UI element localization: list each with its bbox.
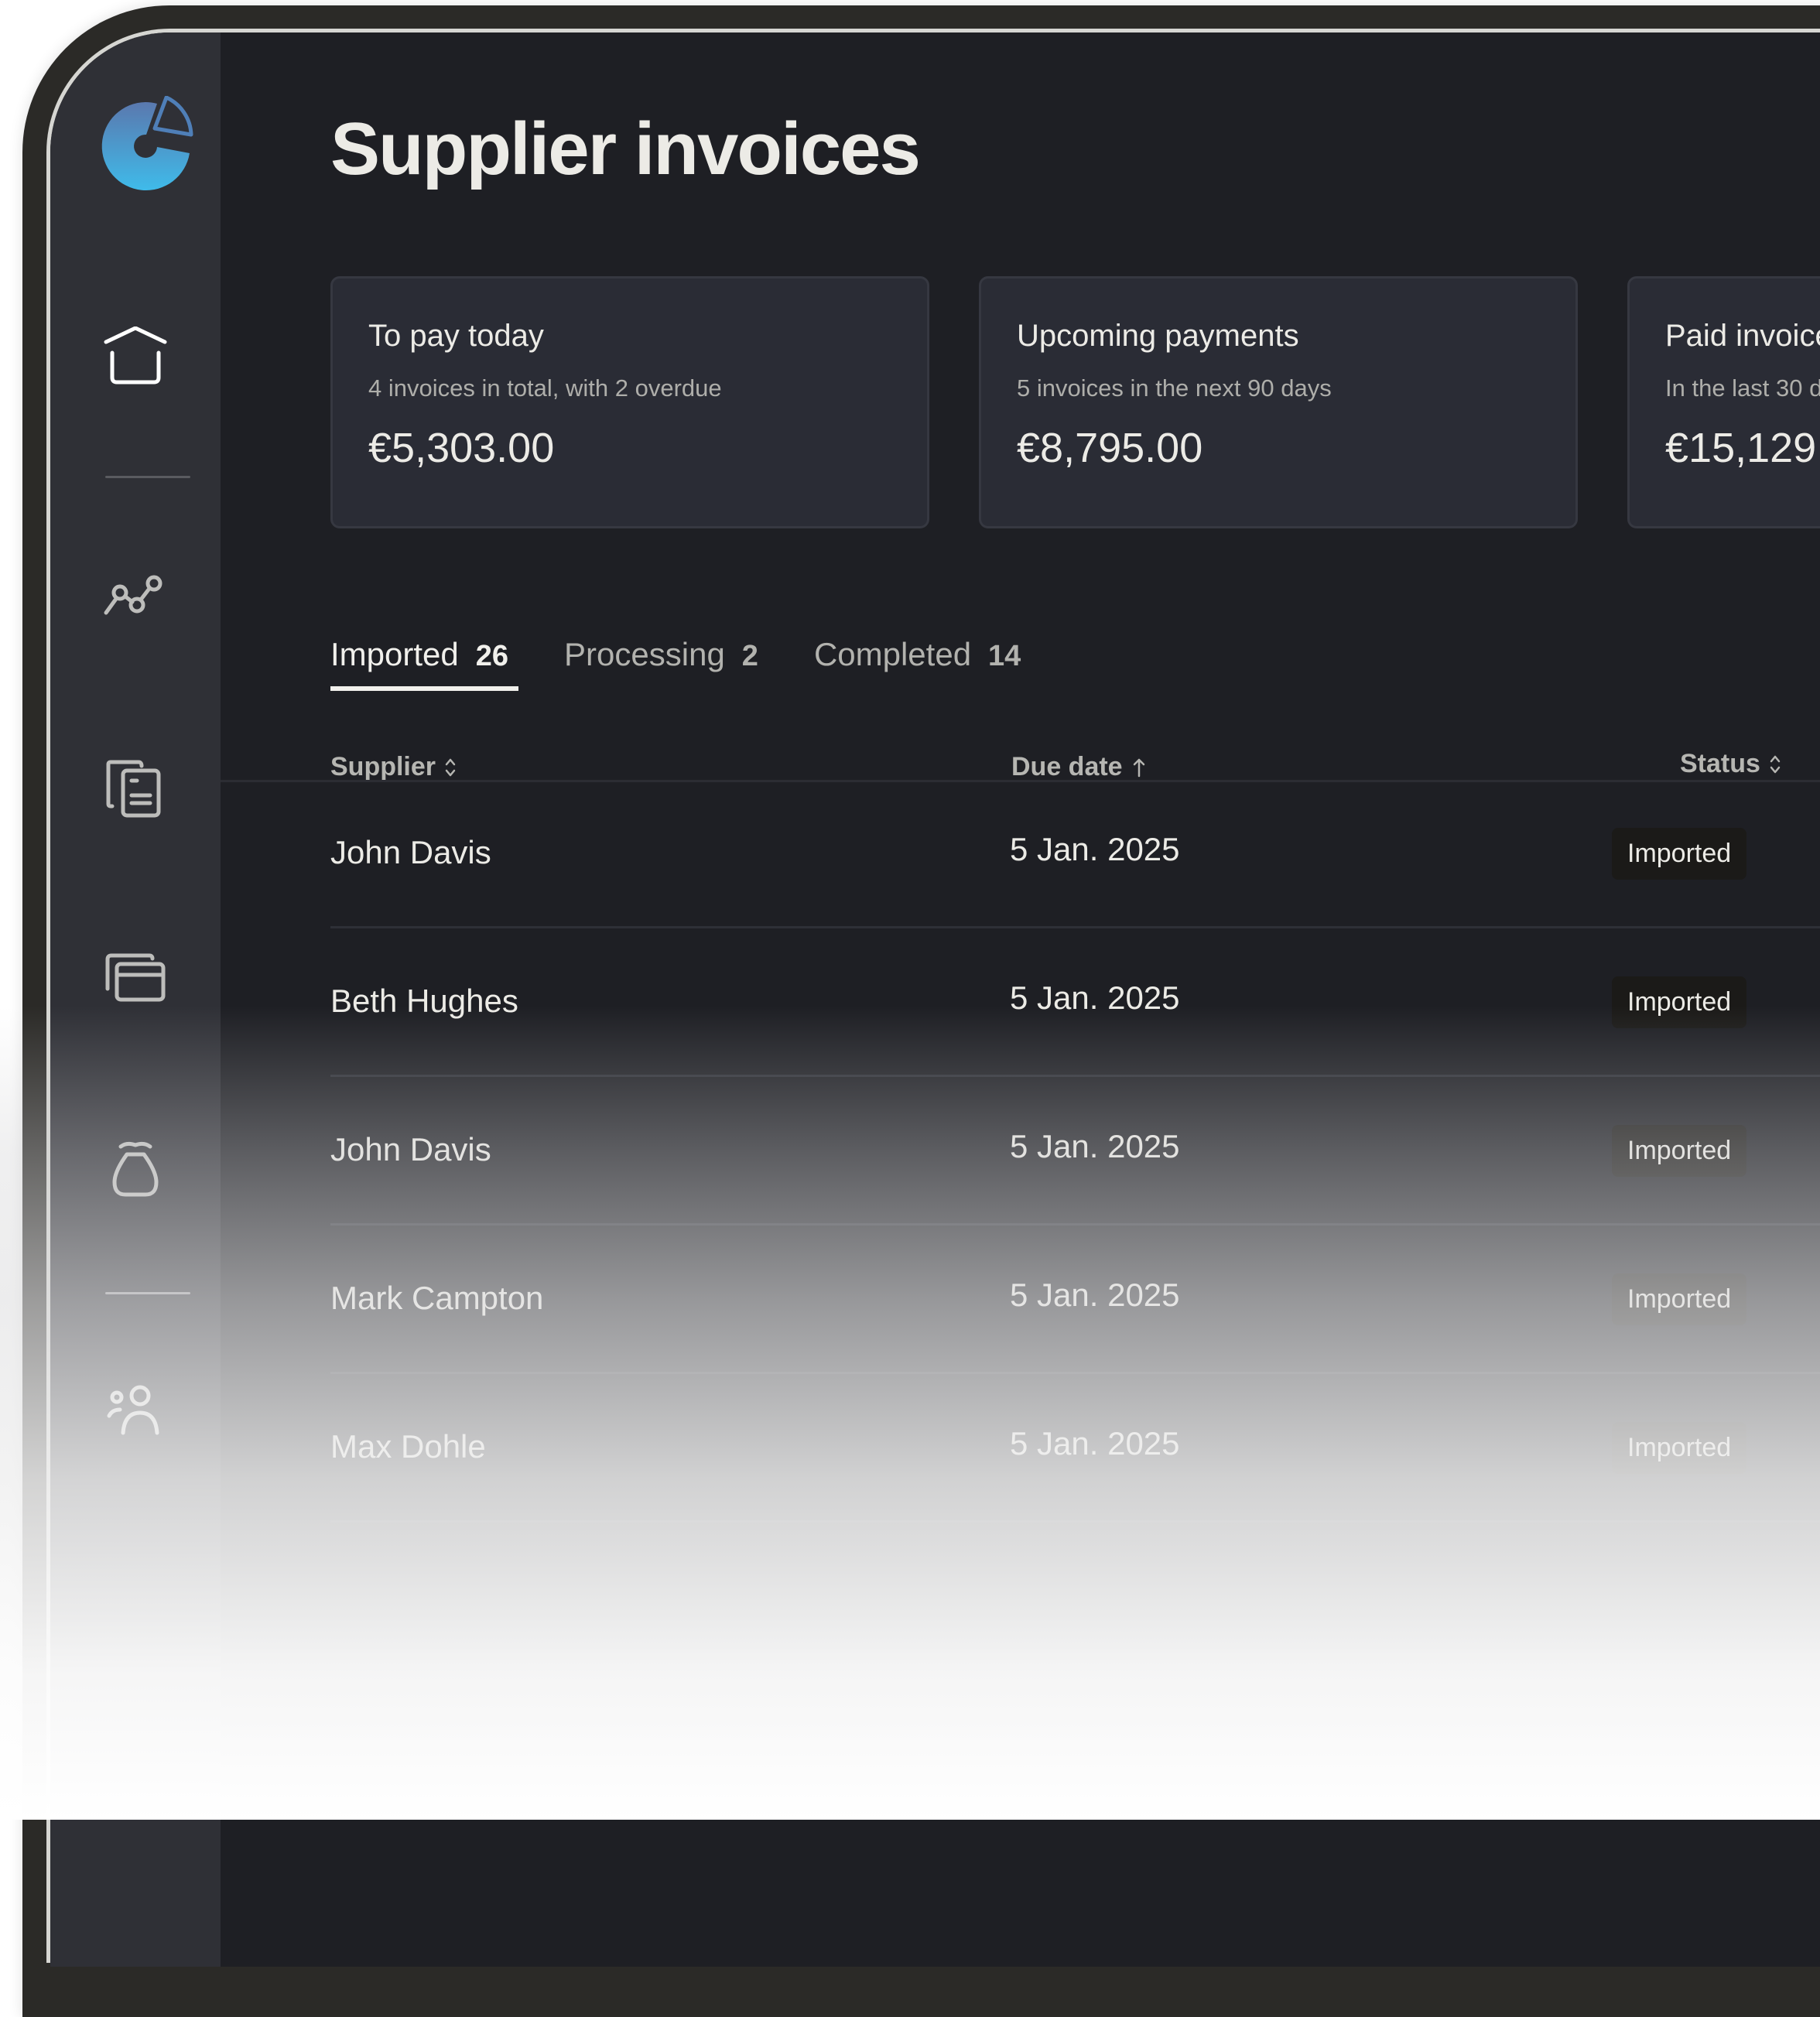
card-subtitle: In the last 30 days xyxy=(1665,374,1820,402)
table-row[interactable]: John Davis 5 Jan. 2025 Imported xyxy=(330,780,1820,928)
card-amount: €15,129.00 xyxy=(1665,425,1820,471)
status-badge: Imported xyxy=(1612,976,1747,1028)
tab-count: 26 xyxy=(475,640,509,672)
card-subtitle: 4 invoices in total, with 2 overdue xyxy=(368,374,722,402)
due-date-cell: 5 Jan. 2025 xyxy=(1010,1128,1180,1164)
credit-cards-icon xyxy=(104,953,166,1004)
pie-chart-logo-icon[interactable] xyxy=(95,96,196,197)
sidebar-item-cards[interactable] xyxy=(50,953,221,1004)
table-row[interactable]: Mark Campton 5 Jan. 2025 Imported xyxy=(330,1226,1820,1374)
column-label: Supplier xyxy=(330,752,436,781)
due-date-cell: 5 Jan. 2025 xyxy=(1010,979,1180,1016)
tab-label: Imported xyxy=(330,636,459,672)
page-title: Supplier invoices xyxy=(330,108,921,190)
column-header-due-date[interactable]: Due date xyxy=(1011,752,1146,782)
sidebar-divider xyxy=(105,476,190,478)
column-label: Status xyxy=(1680,749,1760,778)
card-amount: €8,795.00 xyxy=(1017,425,1203,471)
due-date-cell: 5 Jan. 2025 xyxy=(1010,1425,1180,1461)
summary-card-paid-invoices[interactable]: Paid invoices In the last 30 days €15,12… xyxy=(1627,276,1820,528)
row-divider xyxy=(330,1520,1820,1523)
sidebar-item-invoices[interactable] xyxy=(50,760,221,819)
sort-ascending-icon xyxy=(1132,757,1146,778)
main-content: Supplier invoices To pay today 4 invoice… xyxy=(221,32,1820,1967)
documents-icon xyxy=(106,760,165,819)
money-bag-icon xyxy=(110,1140,161,1199)
status-badge: Imported xyxy=(1612,1125,1747,1177)
sidebar-item-team[interactable] xyxy=(50,1385,221,1436)
sort-both-icon xyxy=(445,757,456,778)
column-header-status[interactable]: Status xyxy=(1680,749,1781,779)
status-tabs: Imported 26 Processing 2 Completed 14 xyxy=(330,636,1021,673)
users-icon xyxy=(106,1385,165,1436)
sidebar xyxy=(50,32,221,1967)
due-date-cell: 5 Jan. 2025 xyxy=(1010,831,1180,867)
status-badge: Imported xyxy=(1612,828,1747,880)
supplier-cell: Max Dohle xyxy=(330,1428,486,1465)
supplier-cell: John Davis xyxy=(330,1131,491,1167)
supplier-cell: Beth Hughes xyxy=(330,983,518,1019)
tab-count: 2 xyxy=(741,640,758,672)
sidebar-divider xyxy=(105,1292,190,1294)
tab-imported[interactable]: Imported 26 xyxy=(330,636,508,673)
tab-completed[interactable]: Completed 14 xyxy=(814,636,1021,673)
card-title: To pay today xyxy=(368,319,544,353)
tab-label: Processing xyxy=(564,636,725,672)
sort-both-icon xyxy=(1770,754,1781,775)
summary-card-upcoming-payments[interactable]: Upcoming payments 5 invoices in the next… xyxy=(979,276,1578,528)
column-header-supplier[interactable]: Supplier xyxy=(330,752,456,782)
card-title: Paid invoices xyxy=(1665,319,1820,353)
table-row[interactable]: John Davis 5 Jan. 2025 Imported xyxy=(330,1077,1820,1226)
supplier-cell: John Davis xyxy=(330,834,491,870)
column-label: Due date xyxy=(1011,752,1123,781)
due-date-cell: 5 Jan. 2025 xyxy=(1010,1277,1180,1313)
sidebar-item-savings[interactable] xyxy=(50,1140,221,1199)
table-row[interactable]: Max Dohle 5 Jan. 2025 Imported xyxy=(330,1374,1820,1523)
sidebar-item-analytics[interactable] xyxy=(50,571,221,617)
active-tab-indicator xyxy=(330,686,518,691)
card-subtitle: 5 invoices in the next 90 days xyxy=(1017,374,1332,402)
status-badge: Imported xyxy=(1612,1273,1747,1325)
supplier-cell: Mark Campton xyxy=(330,1280,544,1316)
chart-line-icon xyxy=(103,571,168,617)
app-screen: Supplier invoices To pay today 4 invoice… xyxy=(50,32,1820,1967)
summary-card-to-pay-today[interactable]: To pay today 4 invoices in total, with 2… xyxy=(330,276,929,528)
home-icon xyxy=(103,326,168,385)
tab-count: 14 xyxy=(988,640,1021,672)
table-row[interactable]: Beth Hughes 5 Jan. 2025 Imported xyxy=(330,928,1820,1077)
card-title: Upcoming payments xyxy=(1017,319,1299,353)
tab-processing[interactable]: Processing 2 xyxy=(564,636,758,673)
tab-label: Completed xyxy=(813,636,972,672)
card-amount: €5,303.00 xyxy=(368,425,555,471)
sidebar-item-home[interactable] xyxy=(50,326,221,385)
status-badge: Imported xyxy=(1612,1422,1747,1474)
